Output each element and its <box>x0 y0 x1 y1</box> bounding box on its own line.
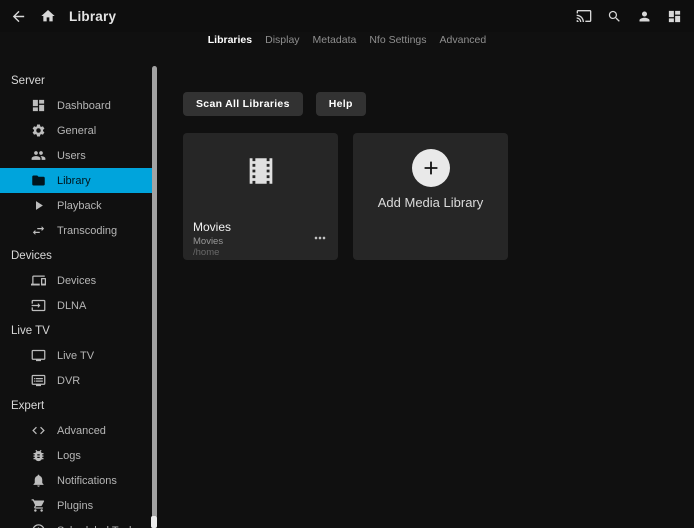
cast-icon <box>576 8 592 24</box>
user-icon <box>637 9 652 24</box>
scan-all-libraries-button[interactable]: Scan All Libraries <box>183 92 303 116</box>
add-media-library-card[interactable]: Add Media Library <box>353 133 508 260</box>
search-button[interactable] <box>606 8 622 24</box>
library-card-movies[interactable]: Movies Movies /home <box>183 133 338 260</box>
library-menu-button[interactable] <box>311 230 329 244</box>
bell-icon <box>31 473 46 488</box>
sidebar-scrollbar-thumb[interactable] <box>151 516 157 528</box>
cast-button[interactable] <box>576 8 592 24</box>
sidebar: Server Dashboard General Users Library P… <box>0 60 152 528</box>
tab-nfo-settings[interactable]: Nfo Settings <box>368 32 427 48</box>
sidebar-item-label: Scheduled Tasks <box>57 525 140 528</box>
sidebar-item-transcoding[interactable]: Transcoding <box>0 218 152 243</box>
admin-dashboard-page: Library Libraries Display Metadata Nfo S… <box>0 0 694 528</box>
folder-icon <box>31 173 46 188</box>
library-title: Movies <box>193 220 231 234</box>
sidebar-item-logs[interactable]: Logs <box>0 443 152 468</box>
search-icon <box>607 9 622 24</box>
sidebar-item-plugins[interactable]: Plugins <box>0 493 152 518</box>
sidebar-item-users[interactable]: Users <box>0 143 152 168</box>
sidebar-item-label: Logs <box>57 450 81 462</box>
sidebar-scrollbar[interactable] <box>152 66 157 518</box>
sidebar-item-label: DLNA <box>57 300 86 312</box>
user-button[interactable] <box>636 8 652 24</box>
sidebar-section-devices: Devices <box>0 243 152 268</box>
add-media-library-label: Add Media Library <box>378 195 484 210</box>
sidebar-section-live-tv: Live TV <box>0 318 152 343</box>
back-button[interactable] <box>10 8 27 25</box>
add-circle <box>412 149 450 187</box>
code-icon <box>31 423 46 438</box>
sidebar-item-label: Devices <box>57 275 96 287</box>
sidebar-item-dvr[interactable]: DVR <box>0 368 152 393</box>
sidebar-section-expert: Expert <box>0 393 152 418</box>
sidebar-item-playback[interactable]: Playback <box>0 193 152 218</box>
sidebar-item-label: Notifications <box>57 475 117 487</box>
home-icon <box>40 8 56 24</box>
cart-icon <box>31 498 46 513</box>
sidebar-item-label: Users <box>57 150 86 162</box>
sidebar-item-devices[interactable]: Devices <box>0 268 152 293</box>
arrow-back-icon <box>10 8 27 25</box>
sidebar-item-label: Advanced <box>57 425 106 437</box>
sidebar-item-library[interactable]: Library <box>0 168 152 193</box>
input-icon <box>31 298 46 313</box>
play-icon <box>31 198 46 213</box>
sidebar-section-server: Server <box>0 68 152 93</box>
gear-icon <box>31 123 46 138</box>
sidebar-item-live-tv[interactable]: Live TV <box>0 343 152 368</box>
sidebar-item-label: Plugins <box>57 500 93 512</box>
tab-metadata[interactable]: Metadata <box>312 32 358 48</box>
help-button[interactable]: Help <box>316 92 366 116</box>
sidebar-item-label: DVR <box>57 375 80 387</box>
swap-arrows-icon <box>31 223 46 238</box>
dashboard-grid-button[interactable] <box>666 8 682 24</box>
sidebar-item-scheduled-tasks[interactable]: Scheduled Tasks <box>0 518 152 528</box>
bug-icon <box>31 448 46 463</box>
page-title: Library <box>69 9 116 24</box>
tab-libraries[interactable]: Libraries <box>207 32 253 48</box>
sidebar-item-label: Library <box>57 175 91 187</box>
more-horiz-icon <box>312 230 328 246</box>
devices-icon <box>31 273 46 288</box>
sidebar-item-dlna[interactable]: DLNA <box>0 293 152 318</box>
users-icon <box>31 148 46 163</box>
sidebar-item-label: Transcoding <box>57 225 117 237</box>
top-bar: Library <box>0 0 694 32</box>
home-button[interactable] <box>39 8 56 25</box>
sidebar-item-advanced[interactable]: Advanced <box>0 418 152 443</box>
tab-display[interactable]: Display <box>264 32 300 48</box>
tv-icon <box>31 348 46 363</box>
sidebar-item-label: Dashboard <box>57 100 111 112</box>
dashboard-grid-icon <box>667 9 682 24</box>
dashboard-icon <box>31 98 46 113</box>
plus-icon <box>420 157 442 179</box>
sidebar-item-label: Live TV <box>57 350 94 362</box>
dvr-icon <box>31 373 46 388</box>
tab-advanced[interactable]: Advanced <box>439 32 488 48</box>
tab-strip: Libraries Display Metadata Nfo Settings … <box>0 31 694 49</box>
clock-icon <box>31 523 46 528</box>
topbar-actions <box>576 8 684 24</box>
film-icon <box>244 154 278 188</box>
sidebar-item-notifications[interactable]: Notifications <box>0 468 152 493</box>
sidebar-item-dashboard[interactable]: Dashboard <box>0 93 152 118</box>
sidebar-item-label: General <box>57 125 96 137</box>
library-subtitle: Movies <box>193 236 223 247</box>
library-toolbar: Scan All Libraries Help <box>183 92 366 116</box>
sidebar-item-general[interactable]: General <box>0 118 152 143</box>
sidebar-item-label: Playback <box>57 200 102 212</box>
library-path: /home <box>193 247 219 258</box>
